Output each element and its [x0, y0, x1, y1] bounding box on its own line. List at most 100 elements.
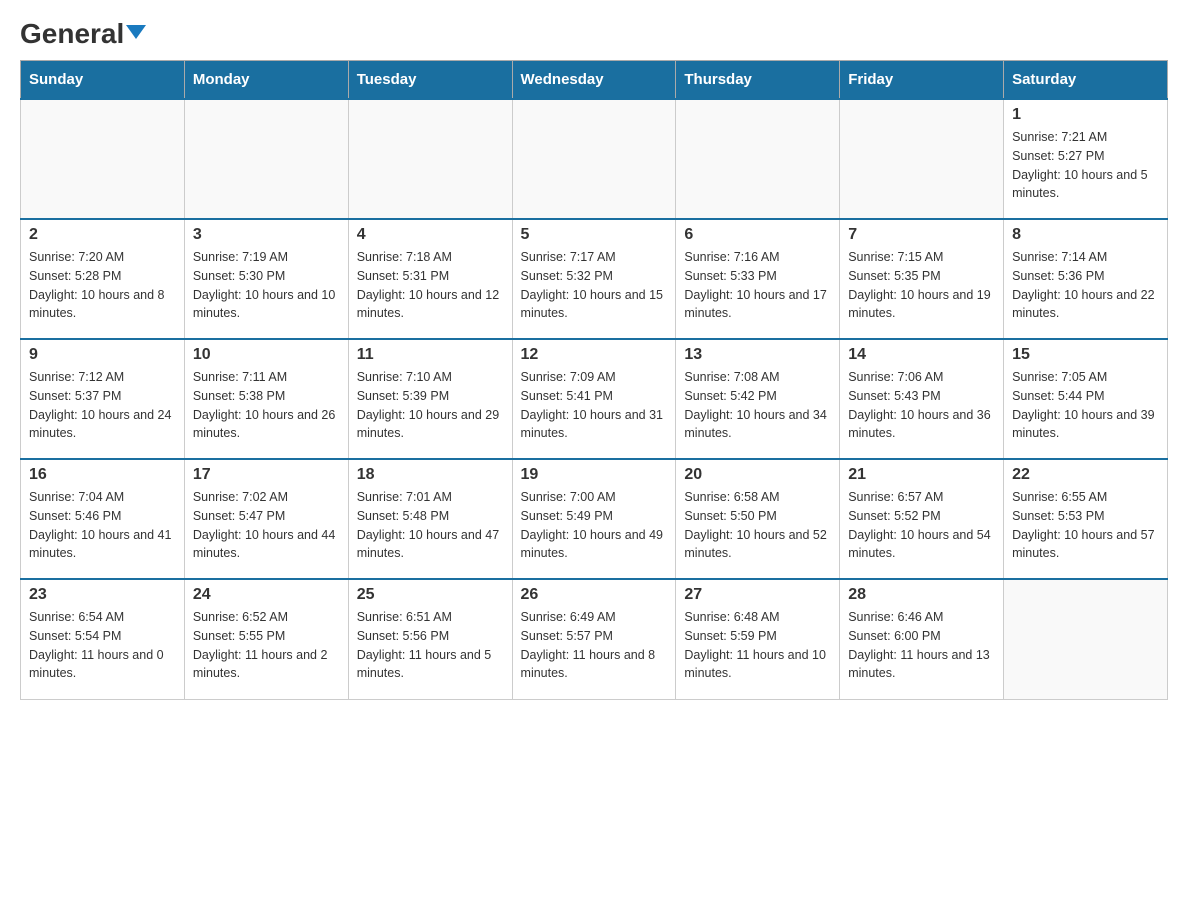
day-header-tuesday: Tuesday: [348, 61, 512, 100]
logo-triangle-icon: [126, 25, 146, 39]
day-number: 20: [684, 466, 831, 484]
calendar-cell: [676, 99, 840, 219]
day-number: 13: [684, 346, 831, 364]
day-number: 18: [357, 466, 504, 484]
calendar-cell: 17 Sunrise: 7:02 AM Sunset: 5:47 PM Dayli…: [184, 459, 348, 579]
calendar-cell: 21Sunrise: 6:57 AM Sunset: 5:52 PM Dayli…: [840, 459, 1004, 579]
day-info: Sunrise: 7:02 AM Sunset: 5:47 PM Dayligh…: [193, 488, 340, 563]
day-number: 7: [848, 226, 995, 244]
day-number: 4: [357, 226, 504, 244]
day-info: Sunrise: 7:04 AM Sunset: 5:46 PM Dayligh…: [29, 488, 176, 563]
day-info: Sunrise: 6:54 AM Sunset: 5:54 PM Dayligh…: [29, 608, 176, 683]
calendar-cell: 23 Sunrise: 6:54 AM Sunset: 5:54 PM Dayli…: [21, 579, 185, 699]
day-number: 1: [1012, 106, 1159, 124]
day-info: Sunrise: 7:20 AM Sunset: 5:28 PM Dayligh…: [29, 248, 176, 323]
calendar-cell: 5 Sunrise: 7:17 AM Sunset: 5:32 PM Daylig…: [512, 219, 676, 339]
calendar-week-row: 9Sunrise: 7:12 AM Sunset: 5:37 PM Daylig…: [21, 339, 1168, 459]
logo: General: [20, 20, 146, 50]
day-number: 25: [357, 586, 504, 604]
calendar-cell: 26Sunrise: 6:49 AM Sunset: 5:57 PM Dayli…: [512, 579, 676, 699]
day-number: 16: [29, 466, 176, 484]
day-number: 3: [193, 226, 340, 244]
day-number: 28: [848, 586, 995, 604]
day-info: Sunrise: 7:05 AM Sunset: 5:44 PM Dayligh…: [1012, 368, 1159, 443]
day-info: Sunrise: 6:58 AM Sunset: 5:50 PM Dayligh…: [684, 488, 831, 563]
day-number: 19: [521, 466, 668, 484]
day-header-friday: Friday: [840, 61, 1004, 100]
day-info: Sunrise: 6:55 AM Sunset: 5:53 PM Dayligh…: [1012, 488, 1159, 563]
day-info: Sunrise: 7:16 AM Sunset: 5:33 PM Dayligh…: [684, 248, 831, 323]
calendar-cell: 12 Sunrise: 7:09 AM Sunset: 5:41 PM Dayli…: [512, 339, 676, 459]
calendar-cell: 20 Sunrise: 6:58 AM Sunset: 5:50 PM Dayli…: [676, 459, 840, 579]
calendar-cell: 18 Sunrise: 7:01 AM Sunset: 5:48 PM Dayli…: [348, 459, 512, 579]
calendar-cell: 27Sunrise: 6:48 AM Sunset: 5:59 PM Dayli…: [676, 579, 840, 699]
day-header-saturday: Saturday: [1004, 61, 1168, 100]
calendar-cell: 19 Sunrise: 7:00 AM Sunset: 5:49 PM Dayli…: [512, 459, 676, 579]
day-info: Sunrise: 7:12 AM Sunset: 5:37 PM Dayligh…: [29, 368, 176, 443]
day-header-wednesday: Wednesday: [512, 61, 676, 100]
day-number: 12: [521, 346, 668, 364]
calendar-week-row: 23 Sunrise: 6:54 AM Sunset: 5:54 PM Dayli…: [21, 579, 1168, 699]
calendar-cell: [21, 99, 185, 219]
calendar-cell: 28 Sunrise: 6:46 AM Sunset: 6:00 PM Dayli…: [840, 579, 1004, 699]
day-info: Sunrise: 6:48 AM Sunset: 5:59 PM Dayligh…: [684, 608, 831, 683]
day-info: Sunrise: 7:09 AM Sunset: 5:41 PM Dayligh…: [521, 368, 668, 443]
calendar-cell: 22 Sunrise: 6:55 AM Sunset: 5:53 PM Dayli…: [1004, 459, 1168, 579]
day-info: Sunrise: 7:06 AM Sunset: 5:43 PM Dayligh…: [848, 368, 995, 443]
day-header-thursday: Thursday: [676, 61, 840, 100]
day-info: Sunrise: 7:10 AM Sunset: 5:39 PM Dayligh…: [357, 368, 504, 443]
day-info: Sunrise: 7:15 AM Sunset: 5:35 PM Dayligh…: [848, 248, 995, 323]
day-info: Sunrise: 7:18 AM Sunset: 5:31 PM Dayligh…: [357, 248, 504, 323]
calendar-header-row: SundayMondayTuesdayWednesdayThursdayFrid…: [21, 61, 1168, 100]
day-number: 2: [29, 226, 176, 244]
calendar-week-row: 2 Sunrise: 7:20 AM Sunset: 5:28 PM Daylig…: [21, 219, 1168, 339]
calendar-cell: 9Sunrise: 7:12 AM Sunset: 5:37 PM Daylig…: [21, 339, 185, 459]
day-info: Sunrise: 7:08 AM Sunset: 5:42 PM Dayligh…: [684, 368, 831, 443]
day-header-monday: Monday: [184, 61, 348, 100]
day-info: Sunrise: 7:19 AM Sunset: 5:30 PM Dayligh…: [193, 248, 340, 323]
calendar-cell: [1004, 579, 1168, 699]
day-number: 22: [1012, 466, 1159, 484]
day-info: Sunrise: 7:11 AM Sunset: 5:38 PM Dayligh…: [193, 368, 340, 443]
calendar-cell: 16 Sunrise: 7:04 AM Sunset: 5:46 PM Dayli…: [21, 459, 185, 579]
day-info: Sunrise: 6:57 AM Sunset: 5:52 PM Dayligh…: [848, 488, 995, 563]
day-number: 17: [193, 466, 340, 484]
day-number: 5: [521, 226, 668, 244]
calendar-cell: [184, 99, 348, 219]
calendar-cell: 10 Sunrise: 7:11 AM Sunset: 5:38 PM Dayli…: [184, 339, 348, 459]
calendar-cell: 25Sunrise: 6:51 AM Sunset: 5:56 PM Dayli…: [348, 579, 512, 699]
calendar-cell: [512, 99, 676, 219]
day-info: Sunrise: 7:01 AM Sunset: 5:48 PM Dayligh…: [357, 488, 504, 563]
calendar-cell: 3 Sunrise: 7:19 AM Sunset: 5:30 PM Daylig…: [184, 219, 348, 339]
calendar-cell: 11Sunrise: 7:10 AM Sunset: 5:39 PM Dayli…: [348, 339, 512, 459]
day-number: 10: [193, 346, 340, 364]
calendar-cell: [348, 99, 512, 219]
calendar-week-row: 1 Sunrise: 7:21 AM Sunset: 5:27 PM Daylig…: [21, 99, 1168, 219]
day-info: Sunrise: 7:00 AM Sunset: 5:49 PM Dayligh…: [521, 488, 668, 563]
calendar-cell: 13 Sunrise: 7:08 AM Sunset: 5:42 PM Dayli…: [676, 339, 840, 459]
day-number: 26: [521, 586, 668, 604]
logo-general-text: General: [20, 20, 146, 48]
day-number: 24: [193, 586, 340, 604]
calendar-cell: 14 Sunrise: 7:06 AM Sunset: 5:43 PM Dayli…: [840, 339, 1004, 459]
day-number: 23: [29, 586, 176, 604]
calendar-cell: 7 Sunrise: 7:15 AM Sunset: 5:35 PM Daylig…: [840, 219, 1004, 339]
calendar-cell: 1 Sunrise: 7:21 AM Sunset: 5:27 PM Daylig…: [1004, 99, 1168, 219]
day-info: Sunrise: 7:17 AM Sunset: 5:32 PM Dayligh…: [521, 248, 668, 323]
calendar-cell: 2 Sunrise: 7:20 AM Sunset: 5:28 PM Daylig…: [21, 219, 185, 339]
calendar-cell: 24 Sunrise: 6:52 AM Sunset: 5:55 PM Dayli…: [184, 579, 348, 699]
calendar-cell: 6 Sunrise: 7:16 AM Sunset: 5:33 PM Daylig…: [676, 219, 840, 339]
day-number: 6: [684, 226, 831, 244]
calendar-week-row: 16 Sunrise: 7:04 AM Sunset: 5:46 PM Dayli…: [21, 459, 1168, 579]
calendar-cell: 15 Sunrise: 7:05 AM Sunset: 5:44 PM Dayli…: [1004, 339, 1168, 459]
day-number: 15: [1012, 346, 1159, 364]
day-number: 14: [848, 346, 995, 364]
day-info: Sunrise: 7:21 AM Sunset: 5:27 PM Dayligh…: [1012, 128, 1159, 203]
calendar-cell: 4 Sunrise: 7:18 AM Sunset: 5:31 PM Daylig…: [348, 219, 512, 339]
calendar-table: SundayMondayTuesdayWednesdayThursdayFrid…: [20, 60, 1168, 700]
calendar-cell: [840, 99, 1004, 219]
day-info: Sunrise: 7:14 AM Sunset: 5:36 PM Dayligh…: [1012, 248, 1159, 323]
day-info: Sunrise: 6:46 AM Sunset: 6:00 PM Dayligh…: [848, 608, 995, 683]
day-info: Sunrise: 6:52 AM Sunset: 5:55 PM Dayligh…: [193, 608, 340, 683]
day-number: 8: [1012, 226, 1159, 244]
